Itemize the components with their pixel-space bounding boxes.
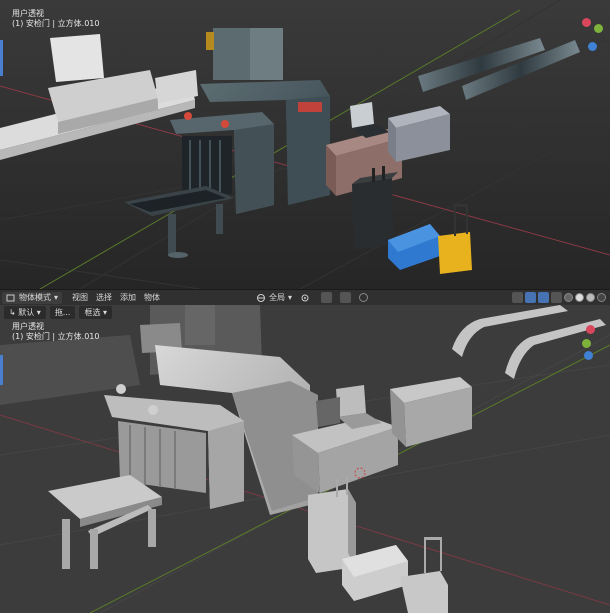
- pivot-icon: [301, 294, 309, 301]
- snap-options[interactable]: [336, 292, 355, 304]
- left-toolbar-indicator[interactable]: [0, 40, 3, 76]
- proportional-edit-button[interactable]: [355, 292, 372, 304]
- menu-object-label: 物体: [144, 293, 161, 302]
- scene-top-material-preview: [0, 0, 610, 289]
- menu-add-label: 添加: [120, 293, 137, 302]
- shading-wireframe-icon[interactable]: [564, 293, 573, 302]
- shading-rendered-icon[interactable]: [597, 293, 606, 302]
- mode-dropdown[interactable]: 物体模式 ▾: [2, 291, 63, 304]
- object-mode-icon: [6, 294, 15, 301]
- mode-label: 物体模式: [19, 293, 51, 302]
- gizmo-y-icon[interactable]: [582, 339, 591, 348]
- menu-select[interactable]: 选择: [92, 292, 116, 304]
- top-viewport[interactable]: 用户透视 (1) 安检门 | 立方体.010: [0, 0, 610, 289]
- pivot-label: 默认: [18, 308, 35, 317]
- gizmo-x-icon[interactable]: [586, 325, 595, 334]
- xray-toggle-icon[interactable]: [551, 292, 562, 303]
- snap-icon: [321, 292, 333, 303]
- overlay-toggle-icon[interactable]: [538, 292, 549, 303]
- pivot-point-button[interactable]: [296, 292, 317, 304]
- left-toolbar-indicator[interactable]: [0, 355, 3, 385]
- pivot-default-dropdown[interactable]: ↳ 默认 ▾: [4, 306, 46, 319]
- proportional-edit-icon: [359, 293, 369, 302]
- menu-view[interactable]: 视图: [68, 292, 92, 304]
- drag-label: 拖...: [54, 308, 71, 317]
- gizmo-y-icon[interactable]: [594, 24, 603, 33]
- magnet-icon: [340, 292, 352, 303]
- bottom-viewport[interactable]: 用户透视 (1) 安检门 | 立方体.010: [0, 305, 610, 613]
- navigation-gizmo[interactable]: [582, 18, 604, 56]
- menu-object[interactable]: 物体: [140, 292, 164, 304]
- scene-bottom-solid-shading: [0, 305, 610, 613]
- viewport-object-info: (1) 安检门 | 立方体.010: [12, 332, 100, 341]
- tool-settings-bar: ↳ 默认 ▾ 拖... 框选 ▾: [4, 306, 113, 319]
- chevron-down-icon: ▾: [34, 308, 41, 317]
- chevron-down-icon: ▾: [54, 293, 59, 302]
- select-box-dropdown[interactable]: 框选 ▾: [79, 306, 113, 319]
- header-right-tools: [512, 292, 610, 303]
- chevron-down-icon: ▾: [288, 293, 293, 302]
- orientation-label: 全局: [269, 293, 286, 302]
- menu-add[interactable]: 添加: [116, 292, 140, 304]
- menu-select-label: 选择: [96, 293, 113, 302]
- shading-solid-icon[interactable]: [575, 293, 584, 302]
- chevron-down-icon: ▾: [100, 308, 108, 317]
- visibility-icon[interactable]: [512, 292, 523, 303]
- transform-orientation-dropdown[interactable]: 全局 ▾: [252, 292, 296, 304]
- navigation-gizmo[interactable]: [582, 325, 604, 363]
- globe-icon: [257, 293, 266, 302]
- gizmo-z-icon[interactable]: [584, 351, 593, 360]
- select-label: 框选: [84, 308, 101, 317]
- gizmo-toggle-icon[interactable]: [525, 292, 536, 303]
- snap-toggle[interactable]: [317, 292, 336, 304]
- menu-view-label: 视图: [72, 293, 89, 302]
- viewport-header: 物体模式 ▾ 视图 选择 添加 物体 全局 ▾: [0, 289, 610, 305]
- arrow-icon: ↳: [9, 308, 19, 317]
- gizmo-x-icon[interactable]: [582, 18, 591, 27]
- viewport-object-info: (1) 安检门 | 立方体.010: [12, 19, 100, 28]
- gizmo-z-icon[interactable]: [588, 42, 597, 51]
- drag-dropdown[interactable]: 拖...: [49, 306, 76, 319]
- shading-material-icon[interactable]: [586, 293, 595, 302]
